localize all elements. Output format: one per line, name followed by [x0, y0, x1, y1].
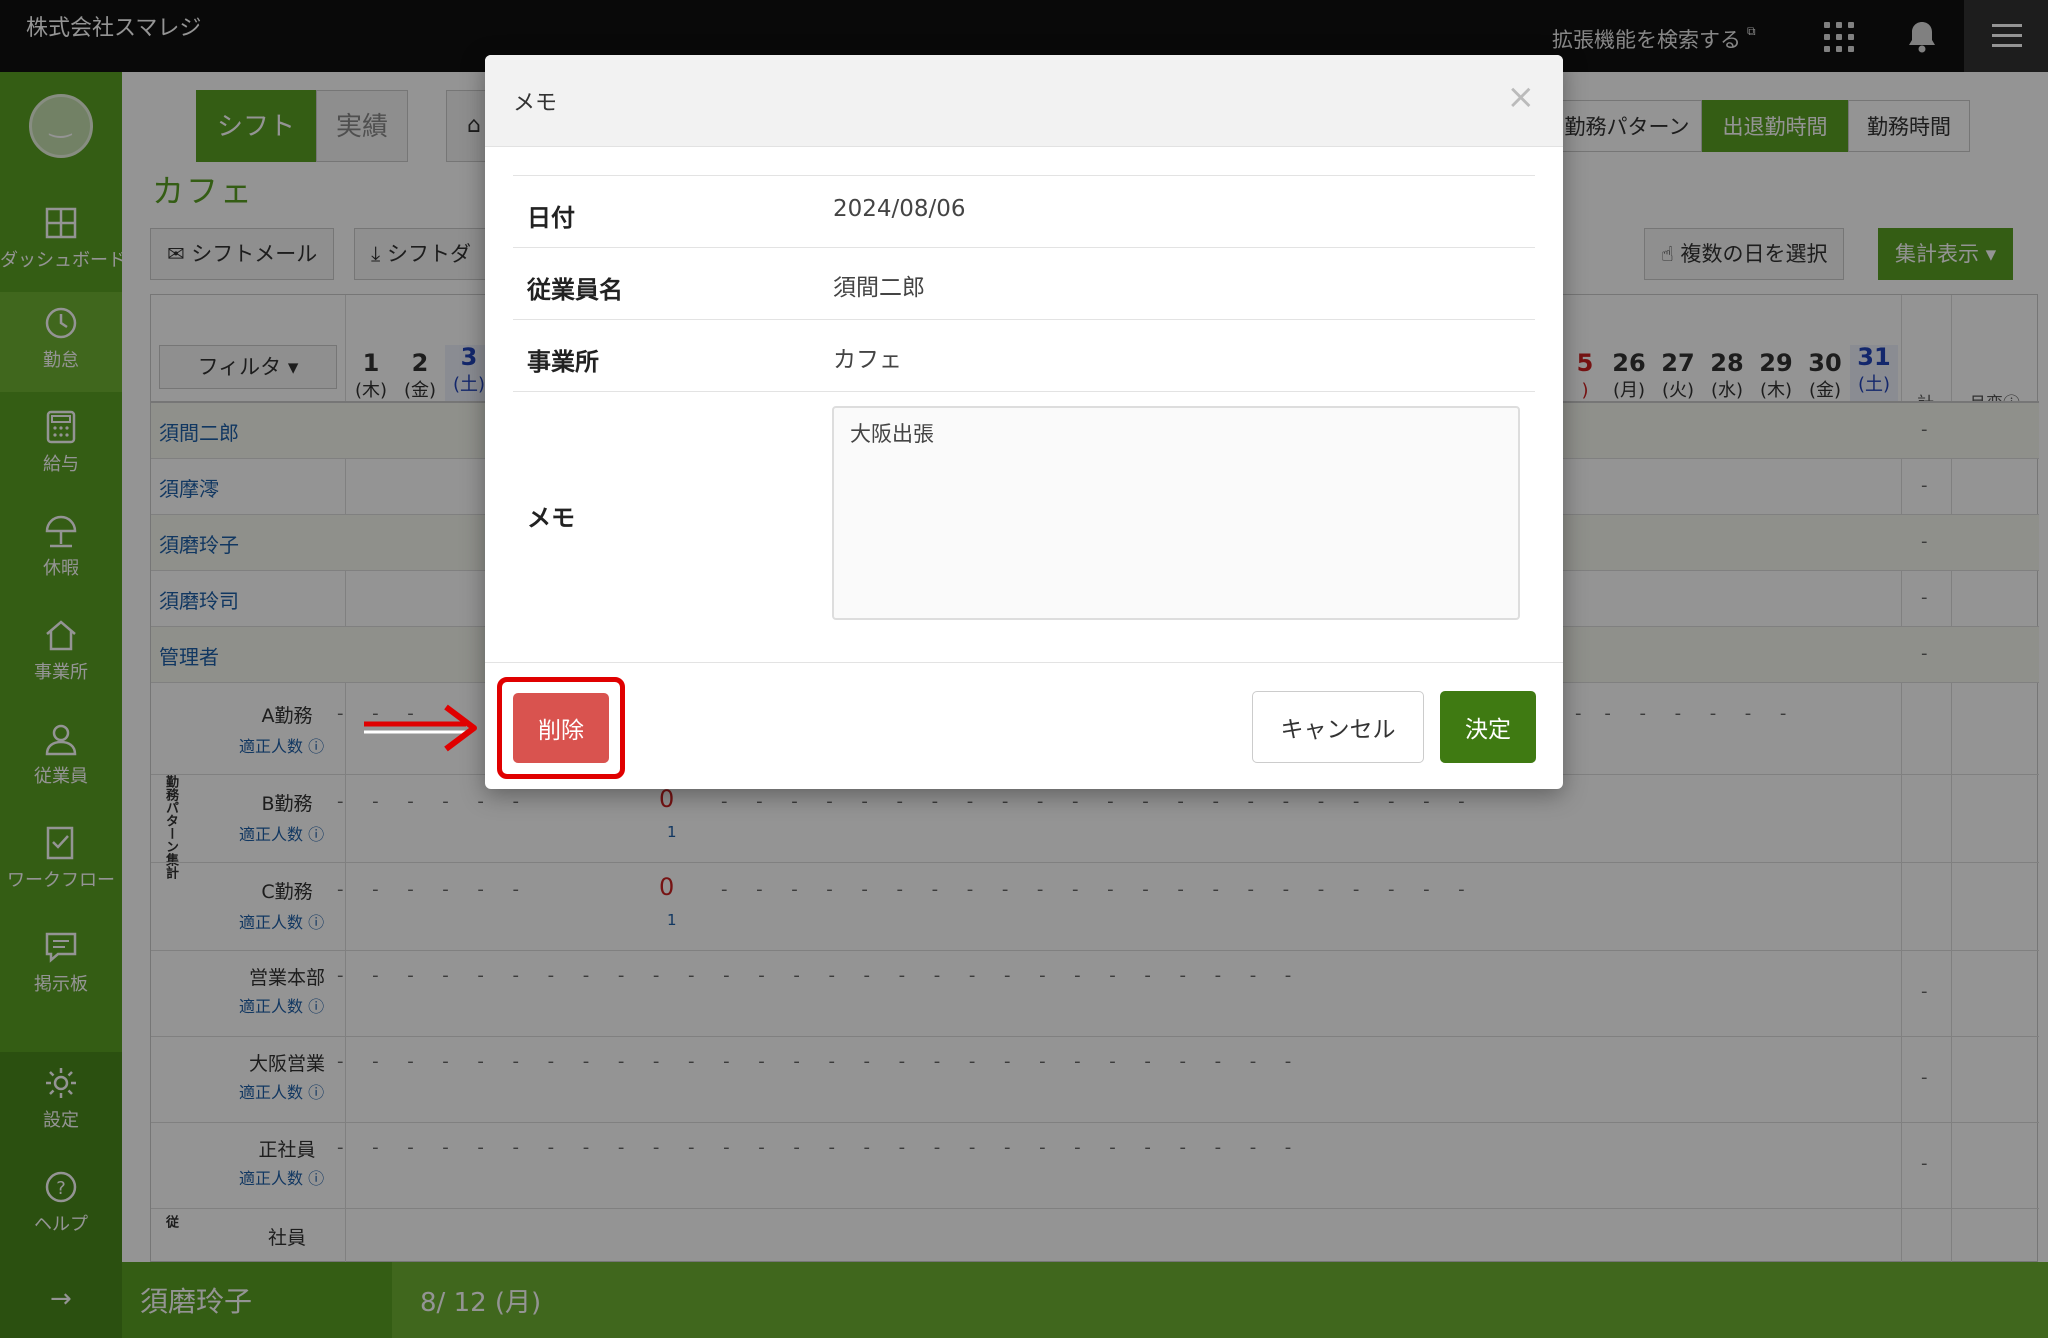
employee-row: 従業員名 須間二郎: [513, 247, 1535, 319]
cancel-button[interactable]: キャンセル: [1252, 691, 1424, 763]
confirm-button[interactable]: 決定: [1440, 691, 1536, 763]
close-icon[interactable]: ×: [1507, 77, 1536, 117]
dialog-title: メモ: [513, 91, 558, 116]
memo-label: メモ: [527, 504, 575, 532]
date-value: 2024/08/06: [833, 196, 966, 222]
memo-dialog: メモ × 日付 2024/08/06 従業員名 須間二郎 事業所 カフェ メモ …: [485, 55, 1563, 789]
office-row: 事業所 カフェ: [513, 319, 1535, 391]
office-value: カフェ: [833, 347, 902, 373]
memo-textarea[interactable]: 大阪出張: [832, 406, 1520, 620]
delete-button[interactable]: 削除: [513, 693, 609, 763]
office-label: 事業所: [527, 348, 599, 376]
dialog-footer: 削除 キャンセル 決定: [485, 662, 1563, 789]
employee-label: 従業員名: [527, 276, 623, 304]
date-label: 日付: [527, 204, 575, 232]
memo-row: メモ 大阪出張: [513, 391, 1535, 662]
employee-value: 須間二郎: [833, 275, 925, 301]
date-row: 日付 2024/08/06: [513, 175, 1535, 247]
callout-arrow-icon: [364, 704, 477, 752]
dialog-header: メモ ×: [485, 55, 1563, 147]
